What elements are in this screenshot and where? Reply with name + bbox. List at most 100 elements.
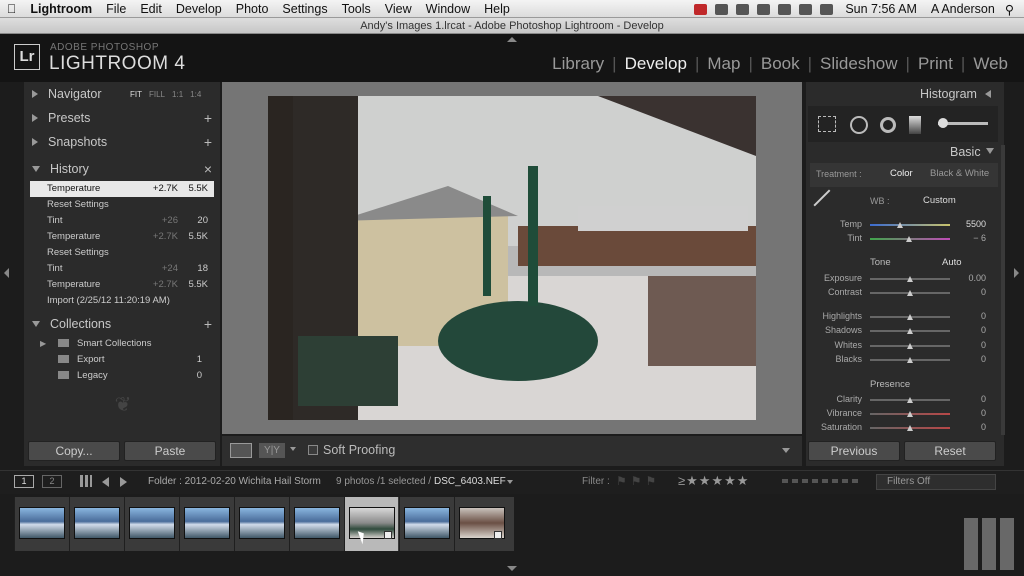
film-thumbnail-selected[interactable] [344, 497, 398, 551]
right-panel-scrollbar[interactable] [1001, 145, 1005, 435]
film-thumbnail[interactable] [234, 497, 288, 551]
menu-settings[interactable]: Settings [275, 2, 334, 16]
zoom-fit[interactable]: FIT [130, 90, 142, 99]
chevron-down-icon[interactable] [290, 447, 296, 451]
vibrance-slider-thumb[interactable] [907, 411, 913, 417]
menu-file[interactable]: File [99, 2, 133, 16]
flag-filter-icons[interactable]: ⚑⚑⚑ [616, 474, 660, 488]
shadows-value[interactable]: 0 [956, 325, 986, 335]
tint-value[interactable]: − 6 [956, 233, 986, 243]
filters-off-select[interactable]: Filters Off [876, 474, 996, 490]
secondary-window-button[interactable]: 2 [42, 475, 62, 488]
clock[interactable]: Sun 7:56 AM [837, 2, 925, 16]
graduated-filter-icon[interactable] [909, 116, 921, 134]
navigator-header[interactable]: Navigator FIT FILL 1:1 1:4 [30, 83, 216, 105]
vibrance-value[interactable]: 0 [956, 408, 986, 418]
spot-removal-icon[interactable] [850, 116, 868, 134]
soft-proofing-checkbox[interactable] [308, 445, 318, 455]
folder-source[interactable]: Folder : 2012-02-20 Wichita Hail Storm [148, 476, 321, 487]
contrast-slider-thumb[interactable] [907, 290, 913, 296]
film-thumbnail[interactable] [289, 497, 343, 551]
rating-filter-stars[interactable]: ≥★★★★★ [678, 473, 749, 489]
module-slideshow[interactable]: Slideshow [814, 54, 904, 74]
menu-help[interactable]: Help [477, 2, 517, 16]
menu-tools[interactable]: Tools [335, 2, 378, 16]
collapse-right-icon[interactable] [1014, 268, 1019, 278]
loupe-view-icon[interactable] [230, 443, 252, 458]
filename-dropdown-icon[interactable] [507, 480, 513, 484]
temp-value[interactable]: 5500 [956, 219, 986, 229]
highlights-slider-thumb[interactable] [907, 314, 913, 320]
add-collection-icon[interactable]: + [204, 316, 212, 332]
snapshots-header[interactable]: Snapshots + [30, 131, 216, 153]
history-item[interactable]: Tint +24 18 [30, 261, 214, 277]
blacks-slider-thumb[interactable] [907, 357, 913, 363]
selected-filename[interactable]: DSC_6403.NEF [434, 476, 506, 487]
reset-button[interactable]: Reset [904, 441, 996, 461]
collections-header[interactable]: Collections + [30, 313, 216, 335]
treatment-color[interactable]: Color [890, 168, 913, 179]
menu-view[interactable]: View [378, 2, 419, 16]
zoom-1-4[interactable]: 1:4 [190, 90, 201, 99]
film-thumbnail[interactable] [69, 497, 123, 551]
tray-icon[interactable] [736, 3, 750, 15]
treatment-bw[interactable]: Black & White [930, 168, 989, 179]
film-thumbnail[interactable] [124, 497, 178, 551]
history-item[interactable]: Reset Settings [30, 245, 214, 261]
temp-slider[interactable] [870, 224, 950, 226]
module-develop[interactable]: Develop [619, 54, 693, 74]
presets-header[interactable]: Presets + [30, 107, 216, 129]
contrast-value[interactable]: 0 [956, 287, 986, 297]
photo-preview[interactable] [268, 96, 756, 420]
volume-icon[interactable] [820, 3, 834, 15]
blacks-value[interactable]: 0 [956, 354, 986, 364]
history-item[interactable]: Tint +26 20 [30, 213, 214, 229]
auto-tone-button[interactable]: Auto [942, 257, 962, 268]
zoom-1-1[interactable]: 1:1 [172, 90, 183, 99]
exposure-slider-thumb[interactable] [907, 276, 913, 282]
tray-icon[interactable] [757, 3, 771, 15]
shadows-slider-thumb[interactable] [907, 328, 913, 334]
film-thumbnail[interactable] [454, 497, 508, 551]
color-label-filter[interactable] [782, 479, 862, 483]
history-item[interactable]: Temperature +2.7K 5.5K [30, 181, 214, 197]
add-snapshot-icon[interactable]: + [204, 134, 212, 150]
collection-item[interactable]: Export 1 [30, 352, 214, 368]
collapse-top-icon[interactable] [507, 37, 517, 42]
back-arrow-icon[interactable] [102, 477, 109, 487]
collapse-left-icon[interactable] [4, 268, 9, 278]
history-item[interactable]: Import (2/25/12 11:20:19 AM) [30, 293, 214, 309]
menu-photo[interactable]: Photo [229, 2, 276, 16]
add-preset-icon[interactable]: + [204, 110, 212, 126]
film-thumbnail[interactable] [14, 497, 68, 551]
grid-view-icon[interactable] [80, 475, 92, 487]
menu-window[interactable]: Window [419, 2, 477, 16]
wb-select[interactable]: Custom [923, 195, 956, 206]
before-after-icon[interactable]: Y|Y [259, 443, 285, 458]
clarity-value[interactable]: 0 [956, 394, 986, 404]
basic-toggle-icon[interactable] [986, 148, 994, 154]
film-thumbnail[interactable] [179, 497, 233, 551]
primary-window-button[interactable]: 1 [14, 475, 34, 488]
module-print[interactable]: Print [912, 54, 959, 74]
user-name[interactable]: A Anderson [925, 2, 1001, 16]
zoom-fill[interactable]: FILL [149, 90, 165, 99]
histogram-toggle-icon[interactable] [985, 90, 991, 98]
tray-icon[interactable] [715, 3, 729, 15]
exposure-value[interactable]: 0.00 [956, 273, 986, 283]
clear-history-icon[interactable]: × [204, 161, 212, 177]
collapse-bottom-icon[interactable] [507, 566, 517, 571]
expand-icon[interactable]: ▶ [40, 336, 46, 352]
tray-icon[interactable] [778, 3, 792, 15]
history-item[interactable]: Reset Settings [30, 197, 214, 213]
basic-label[interactable]: Basic [950, 145, 981, 159]
forward-arrow-icon[interactable] [120, 477, 127, 487]
record-icon[interactable] [694, 3, 708, 15]
menu-develop[interactable]: Develop [169, 2, 229, 16]
clarity-slider-thumb[interactable] [907, 397, 913, 403]
whites-value[interactable]: 0 [956, 340, 986, 350]
history-header[interactable]: History × [30, 158, 216, 180]
menu-app[interactable]: Lightroom [23, 2, 99, 16]
temp-slider-thumb[interactable] [897, 222, 903, 228]
module-book[interactable]: Book [755, 54, 806, 74]
